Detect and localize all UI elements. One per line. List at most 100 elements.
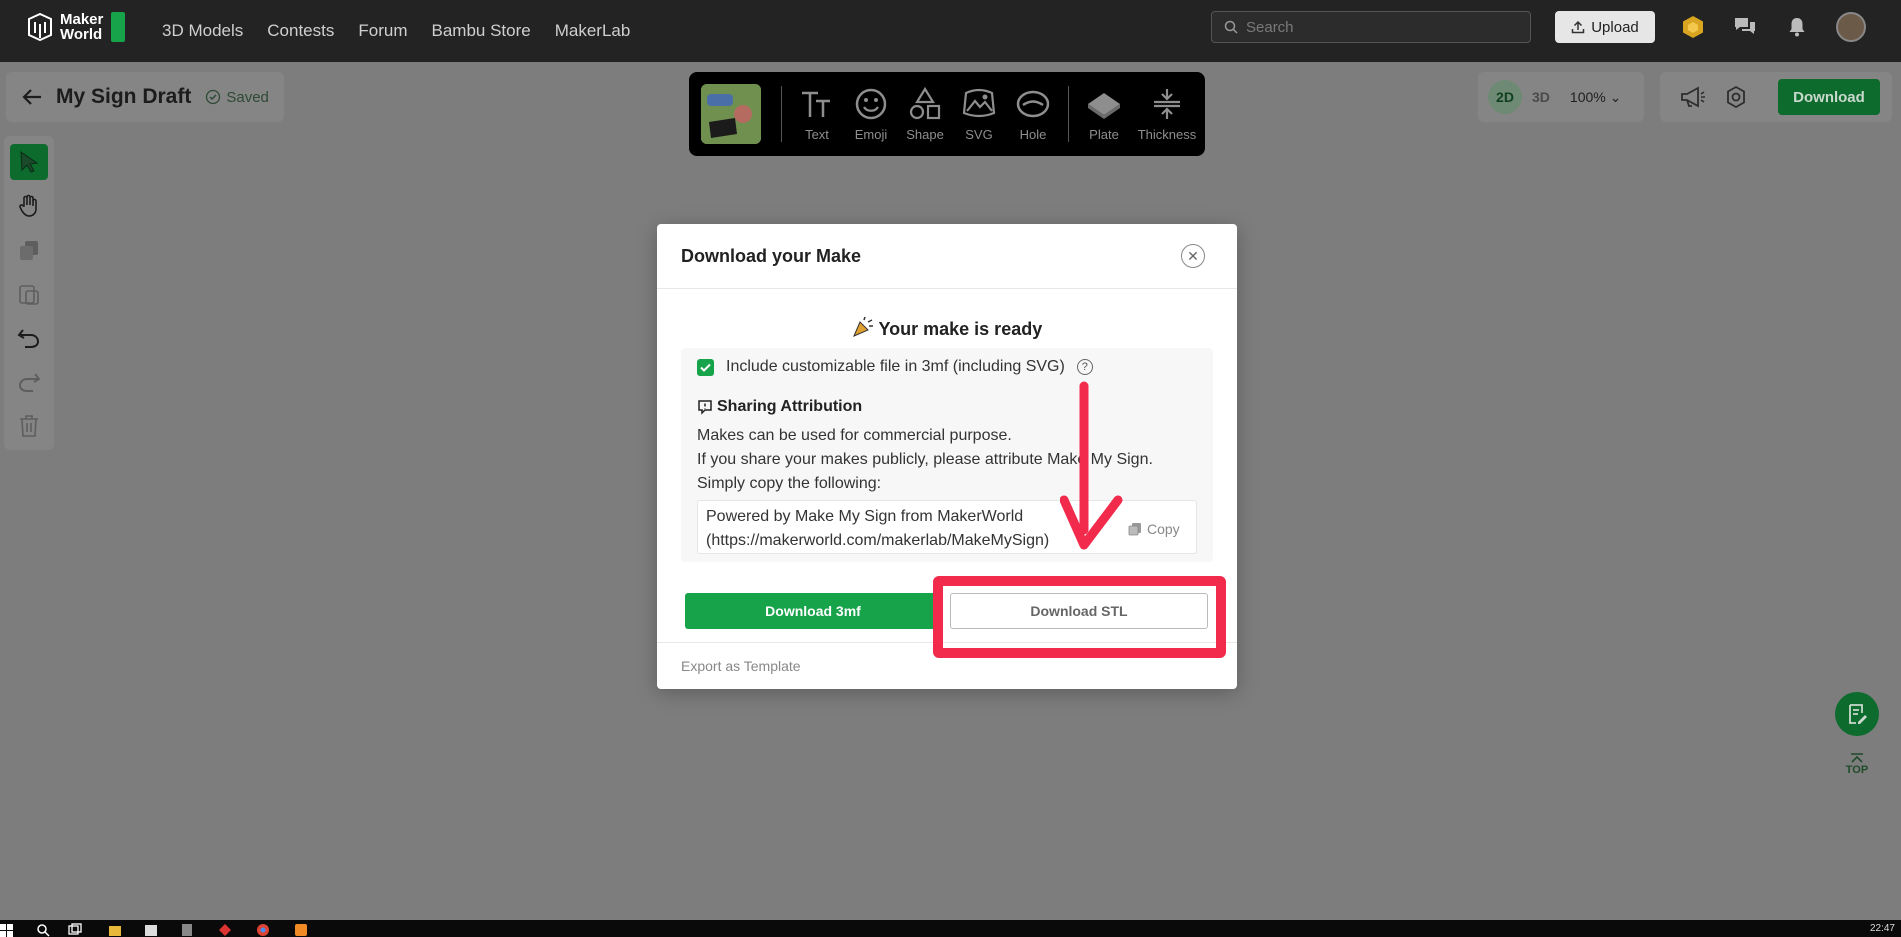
undo-tool[interactable] xyxy=(10,320,48,356)
search-box[interactable] xyxy=(1211,11,1531,43)
svg-icon xyxy=(962,88,996,117)
windows-start-icon[interactable] xyxy=(0,923,14,937)
note-edit-icon xyxy=(1849,704,1867,724)
search-icon xyxy=(1224,20,1238,34)
make-ready-heading: Your make is ready xyxy=(657,316,1237,340)
app-icon[interactable] xyxy=(294,923,308,937)
search-input[interactable] xyxy=(1246,18,1516,36)
megaphone-icon[interactable] xyxy=(1680,86,1706,108)
attribution-heading-text: Sharing Attribution xyxy=(717,398,863,415)
download-button[interactable]: Download xyxy=(1778,79,1880,115)
paste-icon xyxy=(19,285,39,305)
draft-title-card: My Sign Draft Saved xyxy=(6,72,284,122)
messages-icon[interactable] xyxy=(1732,14,1758,40)
back-to-top-button[interactable]: TOP xyxy=(1835,742,1879,786)
emoji-tool-button[interactable]: Emoji xyxy=(844,87,898,142)
include-customizable-checkbox[interactable] xyxy=(697,358,714,376)
pdf-app-icon[interactable] xyxy=(218,923,232,937)
select-tool[interactable] xyxy=(10,144,48,180)
nav-links: 3D Models Contests Forum Bambu Store Mak… xyxy=(162,0,630,62)
upload-icon xyxy=(1571,20,1585,34)
saved-status: Saved xyxy=(205,89,269,106)
upload-label: Upload xyxy=(1591,18,1639,36)
info-bubble-icon xyxy=(698,400,712,415)
view-2d-toggle[interactable]: 2D xyxy=(1488,80,1522,114)
duplicate-icon xyxy=(20,241,38,260)
shape-tool-button[interactable]: Shape xyxy=(898,86,952,142)
paste-tool[interactable] xyxy=(10,276,48,312)
toolbar-divider xyxy=(1068,86,1069,142)
undo-icon xyxy=(17,329,40,348)
hand-icon xyxy=(19,194,37,217)
download-3mf-button[interactable]: Download 3mf xyxy=(685,593,941,629)
emoji-icon xyxy=(855,88,887,119)
svg-tool-label: SVG xyxy=(965,126,993,142)
user-avatar[interactable] xyxy=(1836,12,1866,42)
party-popper-icon xyxy=(852,316,873,337)
delete-tool[interactable] xyxy=(10,408,48,444)
settings-gear-icon[interactable] xyxy=(1724,85,1748,109)
plate-tool-button[interactable]: Plate xyxy=(1077,87,1131,142)
emoji-tool-label: Emoji xyxy=(854,126,888,142)
nav-link-contests[interactable]: Contests xyxy=(267,21,334,41)
file-explorer-icon[interactable] xyxy=(108,923,122,937)
upload-button[interactable]: Upload xyxy=(1555,11,1655,43)
pan-tool[interactable] xyxy=(10,188,48,224)
text-tool-label: Text xyxy=(805,126,829,142)
notification-bell-icon[interactable] xyxy=(1784,14,1810,40)
sharing-attribution-heading: Sharing Attribution xyxy=(697,398,862,416)
download-info-box: Include customizable file in 3mf (includ… xyxy=(681,348,1213,562)
thickness-tool-label: Thickness xyxy=(1137,126,1197,142)
hole-tool-button[interactable]: Hole xyxy=(1006,87,1060,142)
back-arrow-icon[interactable] xyxy=(22,88,42,106)
text-tool-button[interactable]: Text xyxy=(790,87,844,142)
close-button[interactable]: ✕ xyxy=(1181,244,1205,268)
help-icon[interactable]: ? xyxy=(1076,359,1093,375)
nav-link-3d-models[interactable]: 3D Models xyxy=(162,21,243,41)
chevron-down-icon: ⌄ xyxy=(1609,88,1622,105)
trash-icon xyxy=(20,415,38,437)
top-actions: Download xyxy=(1660,72,1892,122)
calendar-app-icon[interactable] xyxy=(144,923,158,937)
feedback-button[interactable] xyxy=(1835,692,1879,736)
search-icon[interactable] xyxy=(36,923,50,937)
copy-icon xyxy=(1128,523,1141,536)
redo-tool[interactable] xyxy=(10,364,48,400)
points-icon[interactable] xyxy=(1680,14,1706,40)
plate-tool-label: Plate xyxy=(1089,126,1119,142)
view-3d-toggle[interactable]: 3D xyxy=(1532,89,1550,105)
plate-icon xyxy=(1088,92,1120,119)
toolbar-divider xyxy=(781,86,782,142)
nav-link-bambu-store[interactable]: Bambu Store xyxy=(431,21,530,41)
left-tool-palette xyxy=(4,136,54,450)
makerworld-logo[interactable]: Maker World xyxy=(26,11,126,43)
chevron-up-icon xyxy=(1851,753,1863,763)
taskbar-clock: 22:47 xyxy=(1869,923,1895,934)
design-thumbnail[interactable] xyxy=(701,84,761,144)
zoom-select[interactable]: 100% ⌄ xyxy=(1570,89,1621,106)
thickness-tool-button[interactable]: Thickness xyxy=(1131,87,1203,142)
logo-badge xyxy=(111,12,126,42)
top-navigation-bar: Maker World 3D Models Contests Forum Bam… xyxy=(0,0,1901,62)
task-view-icon[interactable] xyxy=(68,923,82,937)
top-label: TOP xyxy=(1845,764,1869,776)
include-3mf-option: Include customizable file in 3mf (includ… xyxy=(697,358,1093,376)
chrome-browser-icon[interactable] xyxy=(256,923,270,937)
logo-text: Maker World xyxy=(60,11,104,43)
copy-label: Copy xyxy=(1147,521,1180,537)
shape-icon xyxy=(909,86,941,119)
nav-link-makerlab[interactable]: MakerLab xyxy=(555,21,631,41)
close-icon: ✕ xyxy=(1187,247,1199,264)
copy-button[interactable]: Copy xyxy=(1128,517,1180,541)
modal-title: Download your Make xyxy=(681,245,862,266)
cursor-arrow-icon xyxy=(20,151,39,173)
nav-link-forum[interactable]: Forum xyxy=(358,21,407,41)
copy-tool[interactable] xyxy=(10,232,48,268)
text-icon xyxy=(802,91,830,117)
draft-title[interactable]: My Sign Draft xyxy=(56,85,191,109)
insert-toolbar: Text Emoji Shape SVG Hole Plate Thicknes… xyxy=(689,72,1205,156)
saved-check-icon xyxy=(206,89,221,105)
svg-tool-button[interactable]: SVG xyxy=(952,87,1006,142)
hole-icon xyxy=(1016,90,1050,117)
calculator-app-icon[interactable] xyxy=(180,923,194,937)
